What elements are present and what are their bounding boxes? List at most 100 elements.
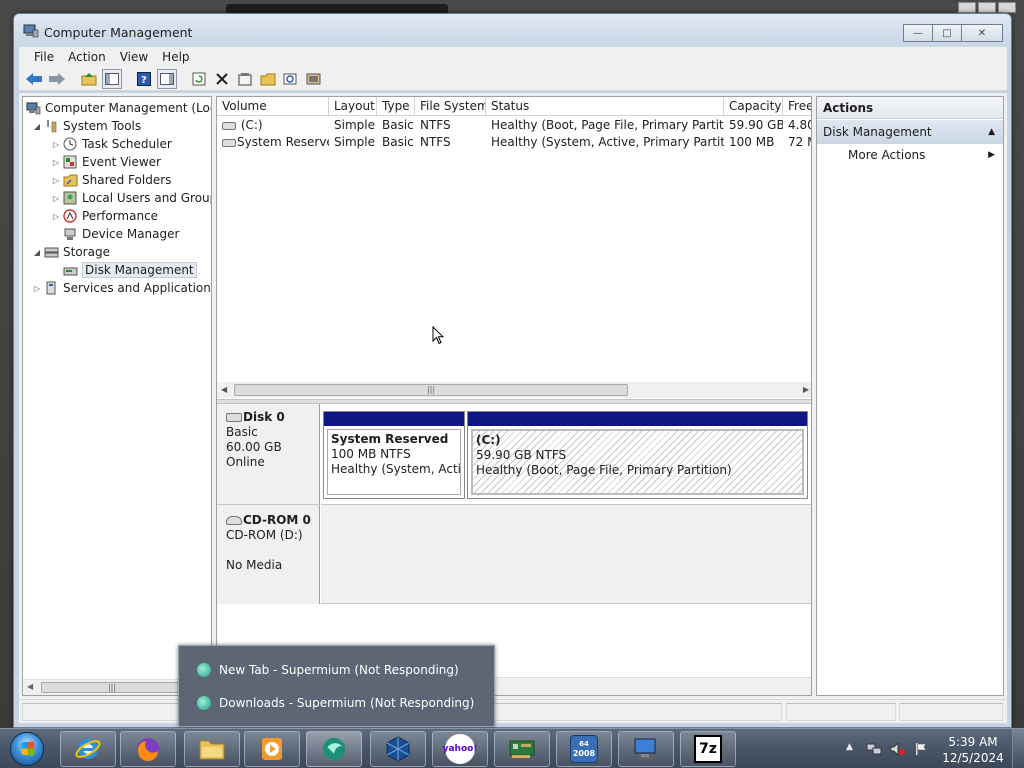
collapsed-arrow-icon[interactable]: ▷ [50, 194, 62, 203]
tree-item-task-scheduler[interactable]: ▷ Task Scheduler [50, 135, 172, 153]
column-status[interactable]: Status [486, 97, 724, 116]
show-desktop-button[interactable] [1012, 729, 1024, 768]
popup-item-label: New Tab - Supermium (Not Responding) [219, 663, 459, 677]
tree-item-computer-management[interactable]: Computer Management (Local [25, 99, 212, 117]
event-viewer-icon [62, 154, 78, 170]
scroll-left-icon[interactable]: ◀ [27, 682, 33, 691]
table-row[interactable]: System Reserved Simple Basic NTFS Health… [217, 134, 811, 151]
cell-capacity: 59.90 GB [729, 118, 783, 132]
collapsed-arrow-icon[interactable]: ▷ [50, 212, 62, 221]
expanded-arrow-icon[interactable]: ◢ [31, 122, 43, 131]
mouse-cursor-icon [432, 326, 444, 345]
tree-item-shared-folders[interactable]: ▷ Shared Folders [50, 171, 171, 189]
taskbar-network-card[interactable] [494, 731, 550, 767]
popup-item-new-tab[interactable]: New Tab - Supermium (Not Responding) [197, 659, 459, 681]
tree-item-performance[interactable]: ▷ Performance [50, 207, 158, 225]
show-hide-tree-icon[interactable] [102, 68, 122, 89]
collapsed-arrow-icon[interactable]: ▷ [50, 158, 62, 167]
taskbar-remote-desktop[interactable] [618, 731, 674, 767]
start-button[interactable] [3, 729, 51, 768]
show-hide-action-icon[interactable] [157, 68, 177, 89]
action-center-flag-icon[interactable] [914, 742, 928, 759]
computer-management-window: Computer Management — □ ✕ File Action Vi… [13, 13, 1012, 728]
menu-help[interactable]: Help [155, 50, 196, 64]
local-users-icon [62, 190, 78, 206]
column-type[interactable]: Type [377, 97, 415, 116]
up-folder-icon[interactable] [79, 69, 99, 89]
tree-item-device-manager[interactable]: Device Manager [62, 225, 179, 243]
collapsed-arrow-icon[interactable]: ▷ [50, 140, 62, 149]
cdrom-state: No Media [226, 558, 283, 572]
close-button[interactable]: ✕ [961, 24, 1003, 42]
action-more-actions[interactable]: More Actions ▶ [817, 144, 1003, 166]
tree-item-label: Performance [82, 209, 159, 223]
taskbar-windows-2008[interactable]: 64 2008 [556, 731, 612, 767]
cell-layout: Simple [334, 135, 375, 149]
taskbar-virtualbox[interactable] [370, 731, 426, 767]
column-volume[interactable]: Volume [217, 97, 329, 116]
scroll-left-icon[interactable]: ◀ [221, 385, 227, 394]
network-status-icon[interactable] [866, 742, 882, 759]
tree-item-services-applications[interactable]: ▷ Services and Applications [31, 279, 211, 297]
expanded-arrow-icon[interactable]: ◢ [31, 248, 43, 257]
volume-muted-icon[interactable] [890, 741, 906, 759]
supermium-icon [197, 696, 211, 710]
partition-system-reserved[interactable]: System Reserved 100 MB NTFS Healthy (Sys… [323, 411, 465, 499]
storage-icon [43, 244, 59, 260]
column-file-system[interactable]: File System [415, 97, 486, 116]
search-icon[interactable] [281, 69, 301, 89]
volume-list-horizontal-scrollbar[interactable]: ◀ ||| ▶ [217, 382, 811, 398]
taskbar-firefox[interactable] [120, 731, 176, 767]
cdrom-unallocated-area[interactable] [321, 504, 811, 604]
collapse-up-icon[interactable]: ▲ [988, 120, 995, 144]
cell-volume: System Reserved [217, 134, 329, 151]
disk-icon[interactable] [304, 69, 324, 89]
open-icon[interactable] [258, 69, 278, 89]
show-hidden-icons-icon[interactable]: ▲ [846, 742, 853, 752]
forward-icon[interactable] [47, 69, 67, 89]
menu-view[interactable]: View [113, 50, 155, 64]
tree-item-disk-management[interactable]: Disk Management [62, 261, 197, 279]
collapsed-arrow-icon[interactable]: ▷ [31, 284, 43, 293]
taskbar-media-player[interactable] [244, 731, 300, 767]
maximize-button[interactable]: □ [932, 24, 962, 42]
properties-icon[interactable] [235, 69, 255, 89]
tree-item-label: Computer Management (Local [45, 101, 212, 115]
menu-action[interactable]: Action [61, 50, 113, 64]
actions-section-disk-management[interactable]: Disk Management ▲ [817, 120, 1003, 144]
taskbar-file-explorer[interactable] [184, 731, 240, 767]
column-layout[interactable]: Layout [329, 97, 377, 116]
scroll-right-icon[interactable]: ▶ [803, 385, 809, 394]
cdrom-type: CD-ROM (D:) [226, 528, 303, 542]
tree-item-event-viewer[interactable]: ▷ Event Viewer [50, 153, 161, 171]
collapsed-arrow-icon[interactable]: ▷ [50, 176, 62, 185]
back-icon[interactable] [24, 69, 44, 89]
taskbar-7zip[interactable]: 7z [680, 731, 736, 767]
column-capacity[interactable]: Capacity [724, 97, 783, 116]
minimize-button[interactable]: — [903, 24, 933, 42]
partition-c-drive[interactable]: (C:) 59.90 GB NTFS Healthy (Boot, Page F… [467, 411, 808, 499]
delete-icon[interactable] [212, 69, 232, 89]
cdrom-label[interactable]: CD-ROM 0 CD-ROM (D:) No Media [217, 504, 320, 604]
help-icon[interactable]: ? [134, 69, 154, 89]
refresh-icon[interactable] [189, 69, 209, 89]
tree-item-local-users[interactable]: ▷ Local Users and Groups [50, 189, 211, 207]
client-area: Computer Management (Local ◢ System Tool… [19, 93, 1007, 699]
menu-file[interactable]: File [27, 50, 61, 64]
disk0-label[interactable]: Disk 0 Basic 60.00 GB Online [217, 404, 320, 504]
title-bar[interactable]: Computer Management — □ ✕ [14, 14, 1011, 47]
scroll-thumb[interactable]: ||| [234, 384, 628, 396]
tree-item-storage[interactable]: ◢ Storage [31, 243, 110, 261]
table-row[interactable]: (C:) Simple Basic NTFS Healthy (Boot, Pa… [217, 117, 811, 134]
popup-item-downloads[interactable]: Downloads - Supermium (Not Responding) [197, 692, 474, 714]
system-clock[interactable]: 5:39 AM 12/5/2024 [928, 734, 1018, 766]
section-label: Disk Management [823, 125, 932, 139]
disk0-state: Online [226, 455, 265, 469]
partition-bar [324, 412, 464, 426]
scroll-thumb[interactable]: ||| [41, 682, 183, 693]
tree-item-system-tools[interactable]: ◢ System Tools [31, 117, 141, 135]
taskbar-supermium[interactable] [306, 731, 362, 767]
taskbar-yahoo[interactable]: yahoo! [432, 731, 488, 767]
taskbar-internet-explorer[interactable] [60, 731, 116, 767]
column-free[interactable]: Free [783, 97, 811, 116]
